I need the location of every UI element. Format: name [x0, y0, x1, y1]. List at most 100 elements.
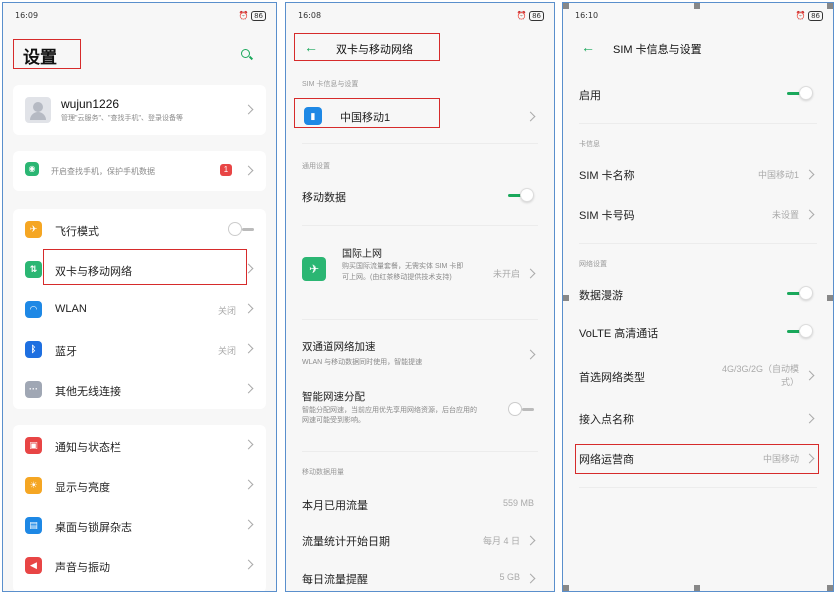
- chevron-right-icon: [525, 111, 536, 122]
- item-label: 声音与振动: [55, 562, 110, 574]
- item-label: 飞行模式: [55, 226, 99, 238]
- divider: [579, 243, 817, 244]
- usage-label: 流量统计开始日期: [302, 536, 390, 548]
- resize-handle[interactable]: [827, 585, 833, 591]
- roaming-toggle[interactable]: [787, 286, 813, 300]
- smart-speed-toggle[interactable]: [508, 402, 534, 416]
- settings-item-other-wireless[interactable]: ··· 其他无线连接: [13, 369, 266, 409]
- divider: [302, 225, 538, 226]
- chevron-right-icon: [243, 343, 254, 354]
- resize-handle[interactable]: [563, 295, 569, 301]
- enable-label: 启用: [579, 90, 601, 102]
- sim-network-icon: ⇅: [25, 261, 42, 278]
- dual-sim-screen: 16:08 ⏰ 86 ← 双卡与移动网络 SIM 卡信息与设置 ▮ 中国移动1 …: [285, 2, 555, 592]
- enable-toggle[interactable]: [787, 86, 813, 100]
- section-header: 网络设置: [579, 261, 607, 268]
- usage-row[interactable]: 流量统计开始日期 每月 4 日: [286, 523, 554, 559]
- apn-row[interactable]: 接入点名称: [563, 401, 833, 437]
- settings-item-airplane[interactable]: ✈ 飞行模式: [13, 209, 266, 249]
- chevron-right-icon: [525, 535, 536, 546]
- dual-channel-row[interactable]: 双通道网络加速 WLAN 与移动数据同时使用，智能提速: [286, 333, 554, 373]
- sim-name-row[interactable]: SIM 卡名称 中国移动1: [563, 157, 833, 193]
- wifi-icon: ◠: [25, 301, 42, 318]
- more-connections-icon: ···: [25, 381, 42, 398]
- page-title: SIM 卡信息与设置: [613, 44, 702, 56]
- resize-handle[interactable]: [827, 3, 833, 9]
- battery-indicator: ⏰ 86: [517, 11, 544, 21]
- chevron-right-icon: [804, 413, 815, 424]
- preferred-network-label: 首选网络类型: [579, 372, 645, 384]
- item-label: 显示与亮度: [55, 482, 110, 494]
- settings-item-display[interactable]: ☀ 显示与亮度: [13, 465, 266, 505]
- apn-label: 接入点名称: [579, 414, 634, 426]
- item-label: 桌面与锁屏杂志: [55, 522, 132, 534]
- settings-item-wlan[interactable]: ◠ WLAN 关闭: [13, 289, 266, 329]
- preferred-network-row[interactable]: 首选网络类型 4G/3G/2G（自动模 式）: [563, 355, 833, 395]
- status-time: 16:10: [575, 11, 599, 20]
- chevron-right-icon: [243, 383, 254, 394]
- airplane-toggle[interactable]: [228, 222, 254, 236]
- smart-speed-title: 智能网速分配: [302, 391, 365, 403]
- resize-handle[interactable]: [694, 585, 700, 591]
- mobile-data-label: 移动数据: [302, 192, 346, 204]
- smart-speed-desc: 智能分配网速，当前应用优先享用网络资源，后台应用的网速可能受到影响。: [302, 407, 477, 424]
- intl-title: 国际上网: [342, 249, 382, 260]
- chevron-right-icon: [243, 519, 254, 530]
- resize-handle[interactable]: [563, 585, 569, 591]
- sim-number-value: 未设置: [771, 210, 799, 220]
- divider: [302, 143, 538, 144]
- settings-item-bluetooth[interactable]: ᛒ 蓝牙 关闭: [13, 329, 266, 369]
- status-bar: 16:09 ⏰ 86: [3, 9, 276, 25]
- chevron-right-icon: [525, 573, 536, 584]
- display-group: ▣ 通知与状态栏 ☀ 显示与亮度 ▤ 桌面与锁屏杂志 ◀ 声音与振动: [13, 425, 266, 591]
- enable-row[interactable]: 启用: [563, 77, 833, 113]
- item-value: 关闭: [217, 306, 236, 316]
- sim-settings-screen: 16:10 ⏰ 86 ← SIM 卡信息与设置 启用 卡信息 SIM 卡名称 中…: [562, 2, 834, 592]
- mobile-data-toggle[interactable]: [508, 188, 534, 202]
- settings-item-notifications[interactable]: ▣ 通知与状态栏: [13, 425, 266, 465]
- account-name: wujun1226: [61, 97, 120, 111]
- item-label: 蓝牙: [55, 346, 77, 358]
- find-phone-icon: ◉: [25, 162, 39, 176]
- chevron-right-icon: [243, 165, 254, 176]
- highlight-title: [294, 33, 440, 61]
- chevron-right-icon: [243, 559, 254, 570]
- highlight-sim: [294, 98, 440, 128]
- sim-number-label: SIM 卡号码: [579, 210, 635, 222]
- volte-toggle[interactable]: [787, 324, 813, 338]
- search-icon[interactable]: [241, 49, 250, 58]
- account-card[interactable]: wujun1226 管理"云服务"、"查找手机"、登录设备等: [13, 85, 266, 135]
- resize-handle[interactable]: [563, 3, 569, 9]
- roaming-row[interactable]: 数据漫游: [563, 277, 833, 313]
- highlight-dual-sim: [43, 249, 247, 285]
- settings-screen: 16:09 ⏰ 86 设置 wujun1226 管理"云服务"、"查找手机"、登…: [2, 2, 277, 592]
- usage-row[interactable]: 本月已用流量 559 MB: [286, 487, 554, 523]
- chevron-right-icon: [525, 268, 536, 279]
- network-group: ✈ 飞行模式 ⇅ 双卡与移动网络 ◠ WLAN 关闭 ᛒ 蓝牙 关闭 ··· 其…: [13, 209, 266, 409]
- usage-label: 本月已用流量: [302, 500, 368, 512]
- chevron-right-icon: [804, 209, 815, 220]
- back-arrow-icon[interactable]: ←: [581, 39, 595, 55]
- chevron-right-icon: [804, 169, 815, 180]
- chevron-right-icon: [243, 104, 254, 115]
- section-header: 移动数据用量: [302, 469, 344, 476]
- item-label: 通知与状态栏: [55, 442, 121, 454]
- smart-speed-row[interactable]: 智能网速分配 智能分配网速，当前应用优先享用网络资源，后台应用的网速可能受到影响…: [286, 385, 554, 435]
- resize-handle[interactable]: [827, 295, 833, 301]
- settings-item-wallpaper[interactable]: ▤ 桌面与锁屏杂志: [13, 505, 266, 545]
- section-header: 卡信息: [579, 141, 600, 148]
- resize-handle[interactable]: [694, 3, 700, 9]
- account-subtitle: 管理"云服务"、"查找手机"、登录设备等: [61, 115, 183, 122]
- airplane-icon: ✈: [25, 221, 42, 238]
- usage-row[interactable]: 每日流量提醒 5 GB: [286, 561, 554, 591]
- chevron-right-icon: [243, 303, 254, 314]
- item-value: 关闭: [217, 346, 236, 356]
- sim-name-value: 中国移动1: [757, 170, 799, 180]
- intl-roaming-row[interactable]: ✈ 国际上网 购买国际流量套餐，无需实体 SIM 卡即可上网。(由红茶移动提供技…: [286, 239, 554, 305]
- sim-number-row[interactable]: SIM 卡号码 未设置: [563, 197, 833, 233]
- volte-row[interactable]: VoLTE 高清通话: [563, 315, 833, 351]
- find-phone-card[interactable]: ◉ 开启查找手机，保护手机数据 1: [13, 151, 266, 191]
- brightness-icon: ☀: [25, 477, 42, 494]
- settings-item-sound[interactable]: ◀ 声音与振动: [13, 545, 266, 585]
- usage-value: 5 GB: [499, 572, 520, 582]
